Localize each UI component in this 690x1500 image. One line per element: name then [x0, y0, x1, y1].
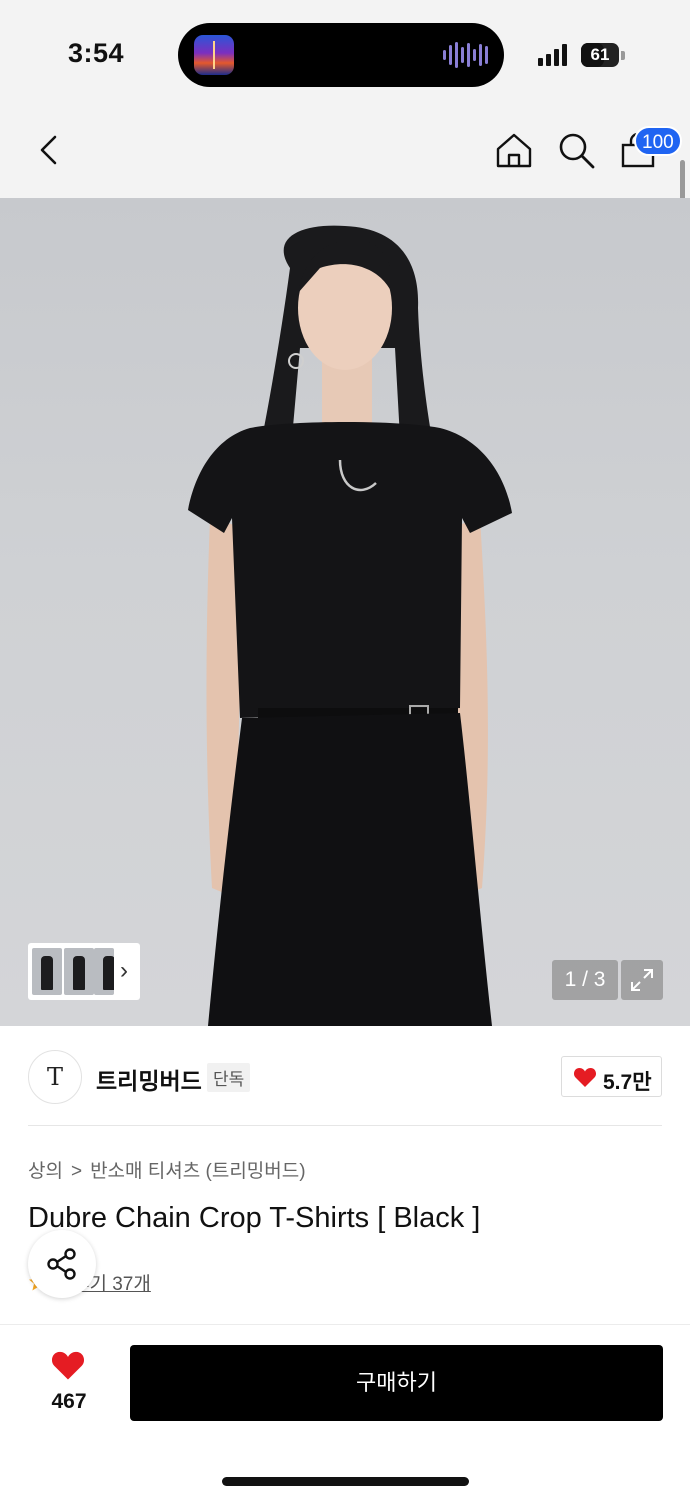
heart-icon [51, 1351, 85, 1380]
product-image[interactable]: › 1 / 3 [0, 198, 690, 1026]
thumbnail-1[interactable] [32, 948, 62, 995]
dynamic-island [178, 23, 504, 87]
brand-logo[interactable]: T [28, 1050, 82, 1104]
audio-wave-icon [443, 41, 488, 69]
cart-count-badge: 100 [634, 126, 682, 156]
product-title: Dubre Chain Crop T-Shirts [ Black ] [28, 1202, 481, 1234]
home-button[interactable] [494, 130, 534, 170]
thumbnail-strip[interactable]: › [28, 943, 140, 1000]
nav-bar: 100 [0, 100, 690, 198]
now-playing-app-icon [194, 35, 234, 75]
wishlist-count: 467 [51, 1390, 87, 1413]
share-button[interactable] [28, 1230, 96, 1298]
battery-percent: 61 [590, 45, 610, 64]
home-indicator[interactable] [222, 1477, 469, 1486]
wishlist-button[interactable] [50, 1349, 86, 1386]
breadcrumb-category[interactable]: 상의 [28, 1161, 63, 1182]
buy-button[interactable]: 구매하기 [130, 1345, 663, 1421]
status-bar: 3:54 61 [0, 0, 690, 100]
brand-like-button[interactable]: 5.7만 [561, 1056, 662, 1097]
image-page-counter: 1 / 3 [552, 960, 618, 1000]
brand-row[interactable]: T 트리밍버드 단독 5.7만 [0, 1026, 690, 1126]
heart-icon [573, 1068, 597, 1087]
expand-icon [631, 969, 653, 991]
breadcrumb: 상의 > 반소매 티셔츠 (트리밍버드) [28, 1156, 306, 1183]
search-button[interactable] [556, 130, 596, 170]
battery-cap [621, 51, 625, 60]
status-time: 3:54 [68, 38, 125, 68]
signal-icon [538, 44, 567, 66]
chevron-right-icon[interactable]: › [120, 957, 128, 985]
chevron-left-icon [40, 135, 57, 165]
thumbnail-2[interactable] [64, 948, 94, 995]
home-icon [496, 133, 532, 168]
breadcrumb-separator: > [70, 1161, 83, 1182]
back-button[interactable] [30, 130, 70, 170]
battery-icon: 61 [581, 43, 619, 67]
divider [28, 1125, 662, 1126]
search-icon [559, 133, 595, 169]
thumbnail-3[interactable] [94, 948, 114, 995]
bottom-bar-divider [0, 1324, 690, 1325]
expand-button[interactable] [621, 960, 663, 1000]
exclusive-badge: 단독 [207, 1063, 251, 1092]
share-icon [47, 1248, 76, 1280]
brand-like-count: 5.7만 [603, 1071, 652, 1094]
product-photo-model [188, 225, 512, 1026]
breadcrumb-subcategory[interactable]: 반소매 티셔츠 (트리밍버드) [90, 1161, 306, 1182]
brand-name[interactable]: 트리밍버드 [96, 1062, 202, 1096]
